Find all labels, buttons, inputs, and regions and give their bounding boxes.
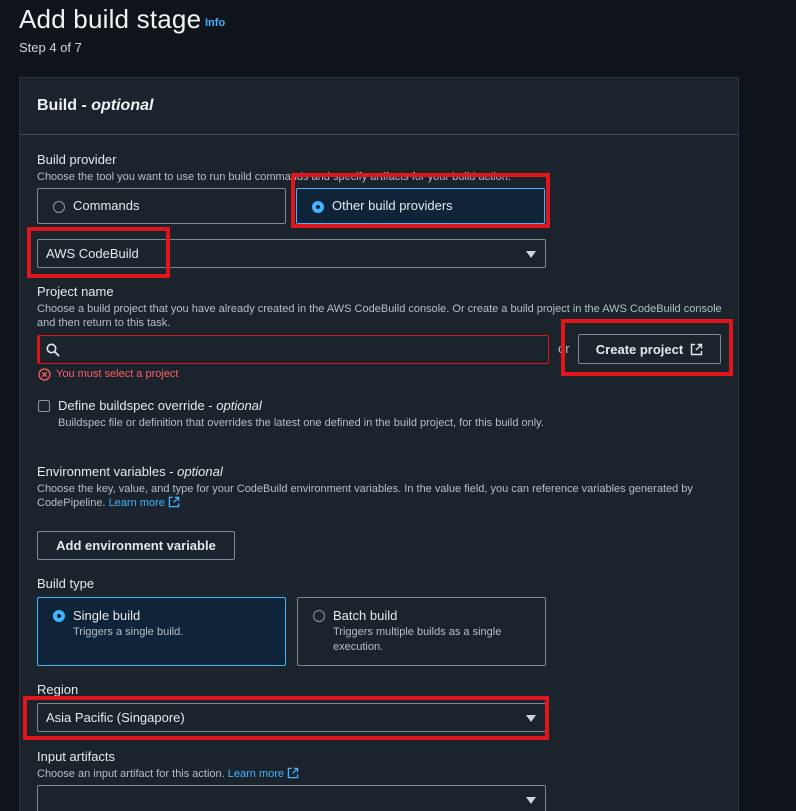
page-title: Add build stage	[19, 4, 202, 34]
single-build-option-tile[interactable]: Single build Triggers a single build.	[37, 597, 286, 666]
buildspec-description: Buildspec file or definition that overri…	[58, 417, 544, 429]
buildspec-label-text: Define buildspec override -	[58, 398, 217, 413]
project-name-label: Project name	[37, 284, 114, 299]
external-link-icon	[287, 767, 299, 779]
project-error-text: You must select a project	[56, 368, 179, 380]
error-icon	[38, 368, 51, 381]
chevron-down-icon	[526, 797, 536, 804]
panel-header: Build - optional	[20, 78, 738, 135]
buildspec-checkbox[interactable]	[38, 400, 50, 412]
create-project-button[interactable]: Create project	[578, 334, 721, 364]
commands-radio[interactable]	[53, 201, 65, 213]
env-vars-learn-more-text: Learn more	[108, 497, 165, 509]
buildspec-label-optional: optional	[216, 398, 262, 413]
search-icon	[46, 343, 60, 357]
buildspec-label: Define buildspec override - optional	[58, 398, 262, 413]
build-provider-select[interactable]: AWS CodeBuild	[37, 239, 546, 268]
other-build-providers-label: Other build providers	[332, 198, 453, 213]
input-artifacts-label: Input artifacts	[37, 749, 116, 764]
build-type-label: Build type	[37, 576, 95, 591]
external-link-icon	[691, 343, 703, 355]
build-provider-select-value: AWS CodeBuild	[46, 246, 139, 261]
commands-label: Commands	[73, 198, 140, 213]
input-artifacts-select[interactable]	[37, 785, 546, 811]
or-separator: or	[558, 341, 570, 356]
env-vars-label-text: Environment variables -	[37, 464, 178, 479]
input-artifacts-description: Choose an input artifact for this action…	[37, 767, 299, 781]
single-build-description: Triggers a single build.	[73, 626, 184, 638]
other-build-providers-option-tile[interactable]: Other build providers	[296, 188, 545, 224]
other-build-providers-radio[interactable]	[312, 201, 324, 213]
panel-title-text: Build -	[37, 97, 92, 114]
build-provider-description: Choose the tool you want to use to run b…	[37, 171, 511, 183]
region-select-value: Asia Pacific (Singapore)	[46, 710, 185, 725]
chevron-down-icon	[526, 715, 536, 722]
commands-option-tile[interactable]: Commands	[37, 188, 286, 224]
build-panel: Build - optional Build provider Choose t…	[19, 77, 739, 811]
build-provider-label: Build provider	[37, 152, 117, 167]
chevron-down-icon	[526, 251, 536, 258]
env-vars-label-optional: optional	[177, 464, 223, 479]
single-build-label: Single build	[73, 608, 141, 623]
panel-title: Build - optional	[37, 97, 153, 115]
region-label: Region	[37, 682, 79, 697]
project-search-input[interactable]	[37, 335, 549, 364]
env-vars-description: Choose the key, value, and type for your…	[37, 482, 727, 510]
env-vars-learn-more-link[interactable]: Learn more	[108, 496, 180, 509]
single-build-radio[interactable]	[53, 610, 65, 622]
input-artifacts-learn-more-text: Learn more	[227, 768, 285, 780]
batch-build-radio[interactable]	[313, 610, 325, 622]
project-name-description: Choose a build project that you have alr…	[37, 303, 722, 329]
batch-build-option-tile[interactable]: Batch build Triggers multiple builds as …	[297, 597, 546, 666]
region-select[interactable]: Asia Pacific (Singapore)	[37, 703, 546, 732]
batch-build-label: Batch build	[333, 608, 398, 623]
add-environment-variable-button[interactable]: Add environment variable	[37, 531, 235, 560]
info-link[interactable]: Info	[205, 17, 225, 29]
env-vars-label: Environment variables - optional	[37, 464, 223, 479]
input-artifacts-learn-more-link[interactable]: Learn more	[227, 767, 299, 780]
step-indicator: Step 4 of 7	[19, 40, 82, 55]
input-artifacts-description-text: Choose an input artifact for this action…	[37, 768, 225, 780]
panel-title-optional: optional	[91, 97, 154, 114]
external-link-icon	[168, 496, 180, 508]
create-project-label: Create project	[595, 341, 684, 357]
batch-build-description: Triggers multiple builds as a single exe…	[333, 626, 502, 653]
